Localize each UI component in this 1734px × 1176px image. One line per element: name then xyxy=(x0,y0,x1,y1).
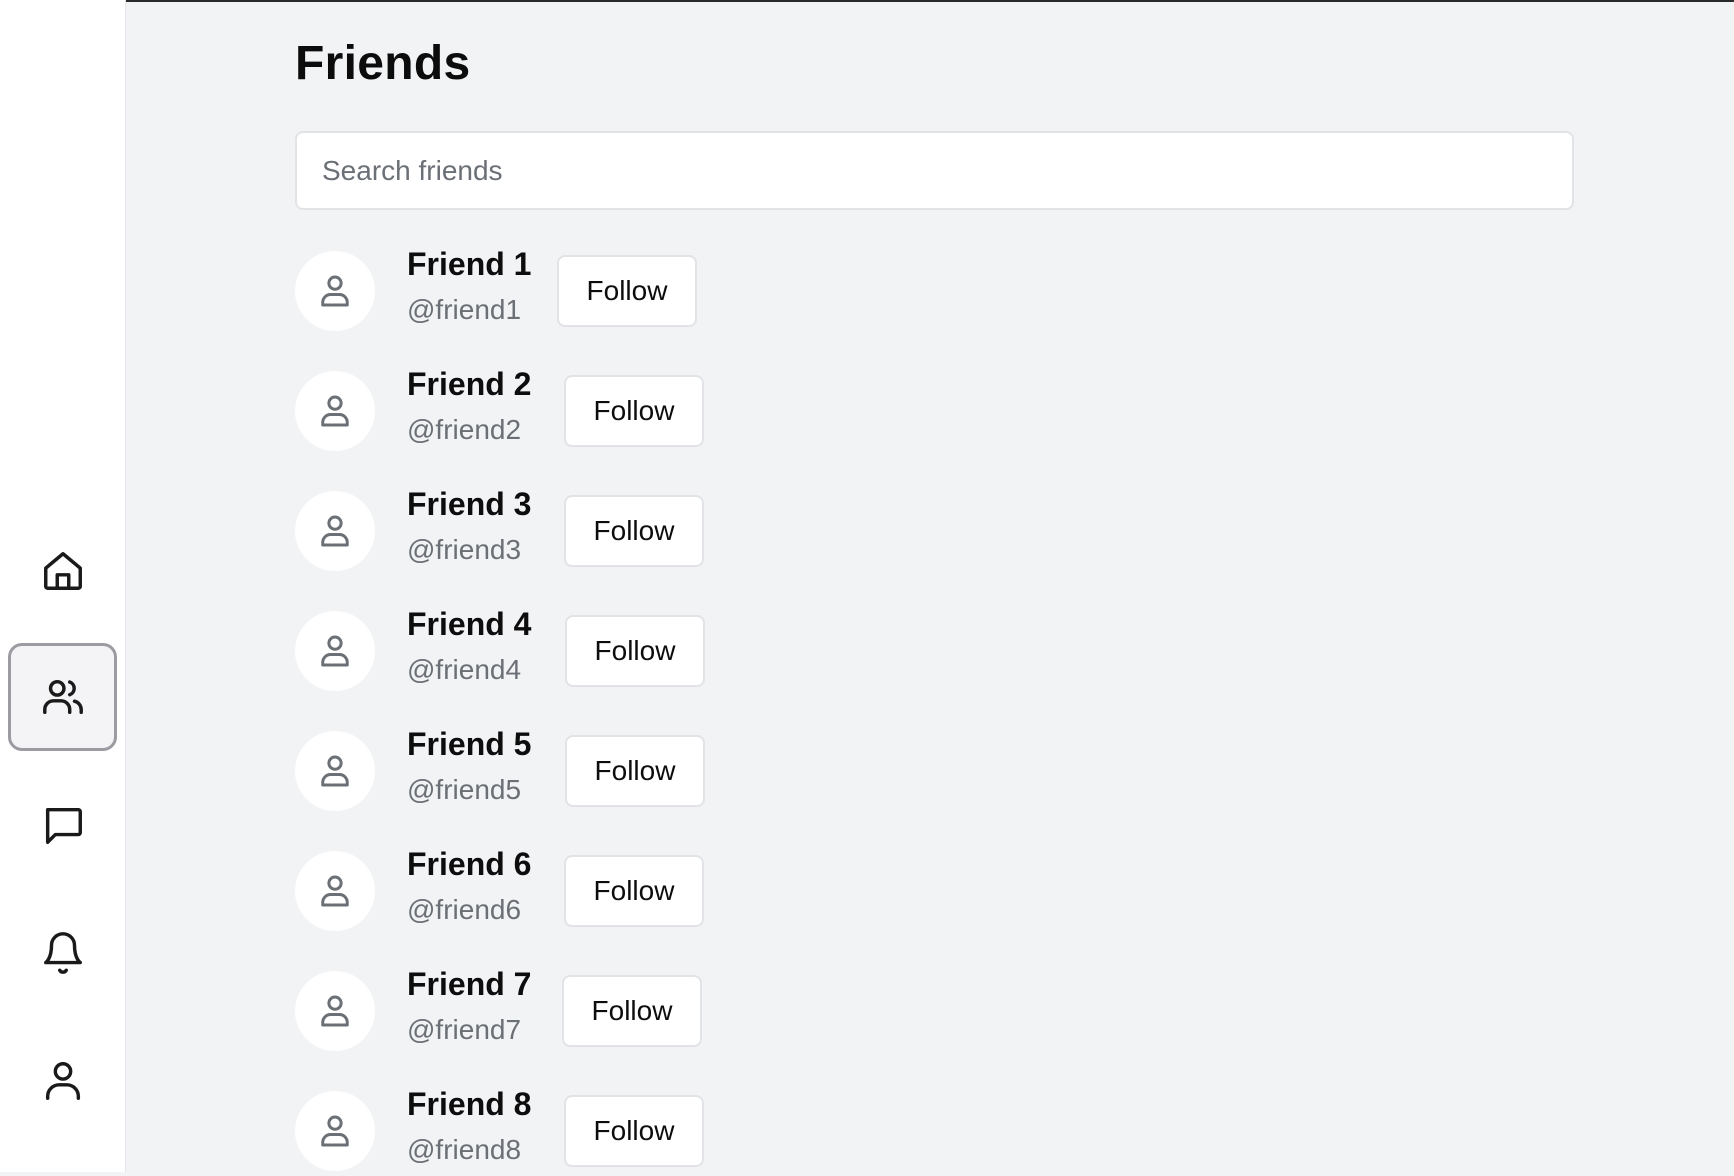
friend-handle: @friend1 xyxy=(407,294,522,325)
friend-list-item: Friend 4 @friend4 Follow xyxy=(295,606,995,696)
follow-button[interactable]: Follow xyxy=(565,615,705,687)
friend-handle: @friend2 xyxy=(407,414,522,445)
follow-button[interactable]: Follow xyxy=(564,495,704,567)
avatar xyxy=(295,1091,375,1171)
friend-name: Friend 8 xyxy=(407,1086,532,1122)
sidebar-item-home[interactable] xyxy=(8,517,117,625)
avatar xyxy=(295,251,375,331)
follow-button[interactable]: Follow xyxy=(562,975,702,1047)
sidebar-item-messages[interactable] xyxy=(8,771,117,879)
friend-list-item: Friend 2 @friend2 Follow xyxy=(295,366,995,456)
user-icon xyxy=(45,1062,80,1100)
user-avatar-icon xyxy=(321,755,349,787)
message-square-icon xyxy=(45,807,82,844)
friend-list-item: Friend 7 @friend7 Follow xyxy=(295,966,995,1056)
follow-button[interactable]: Follow xyxy=(564,855,704,927)
user-avatar-icon xyxy=(321,515,349,547)
friend-name: Friend 3 xyxy=(407,486,532,522)
avatar xyxy=(295,731,375,811)
user-avatar-icon xyxy=(321,875,349,907)
users-icon xyxy=(42,679,83,715)
friend-list-item: Friend 3 @friend3 Follow xyxy=(295,486,995,576)
avatar xyxy=(295,491,375,571)
follow-button[interactable]: Follow xyxy=(564,375,704,447)
friend-handle: @friend5 xyxy=(407,774,522,805)
user-avatar-icon xyxy=(321,395,349,427)
friend-list-item: Friend 5 @friend5 Follow xyxy=(295,726,995,816)
avatar xyxy=(295,371,375,451)
friend-name: Friend 6 xyxy=(407,846,532,882)
user-avatar-icon xyxy=(321,275,349,307)
friend-name: Friend 2 xyxy=(407,366,532,402)
friend-name: Friend 5 xyxy=(407,726,532,762)
friend-handle: @friend4 xyxy=(407,654,522,685)
friend-name: Friend 4 xyxy=(407,606,532,642)
friend-handle: @friend8 xyxy=(407,1134,522,1165)
main-content: Friends Friend 1 @friend1 Follow Friend … xyxy=(295,0,1575,1172)
sidebar-item-notifications[interactable] xyxy=(8,899,117,1007)
home-icon xyxy=(43,552,82,590)
friend-name: Friend 1 xyxy=(407,246,532,282)
friend-handle: @friend6 xyxy=(407,894,522,925)
friend-list-item: Friend 6 @friend6 Follow xyxy=(295,846,995,936)
user-avatar-icon xyxy=(321,635,349,667)
avatar xyxy=(295,611,375,691)
friend-handle: @friend7 xyxy=(407,1014,522,1045)
friend-list-item: Friend 8 @friend8 Follow xyxy=(295,1086,995,1176)
friend-list-item: Friend 1 @friend1 Follow xyxy=(295,246,995,336)
user-avatar-icon xyxy=(321,1115,349,1147)
bell-icon xyxy=(43,932,82,974)
friend-handle: @friend3 xyxy=(407,534,522,565)
sidebar xyxy=(0,0,126,1172)
follow-button[interactable]: Follow xyxy=(564,1095,704,1167)
follow-button[interactable]: Follow xyxy=(565,735,705,807)
search-input[interactable] xyxy=(297,133,1572,208)
follow-button[interactable]: Follow xyxy=(557,255,697,327)
avatar xyxy=(295,851,375,931)
sidebar-item-friends[interactable] xyxy=(8,643,117,751)
friend-name: Friend 7 xyxy=(407,966,532,1002)
sidebar-item-profile[interactable] xyxy=(8,1027,117,1135)
search-box xyxy=(295,131,1574,210)
user-avatar-icon xyxy=(321,995,349,1027)
avatar xyxy=(295,971,375,1051)
page-title: Friends xyxy=(295,37,471,90)
